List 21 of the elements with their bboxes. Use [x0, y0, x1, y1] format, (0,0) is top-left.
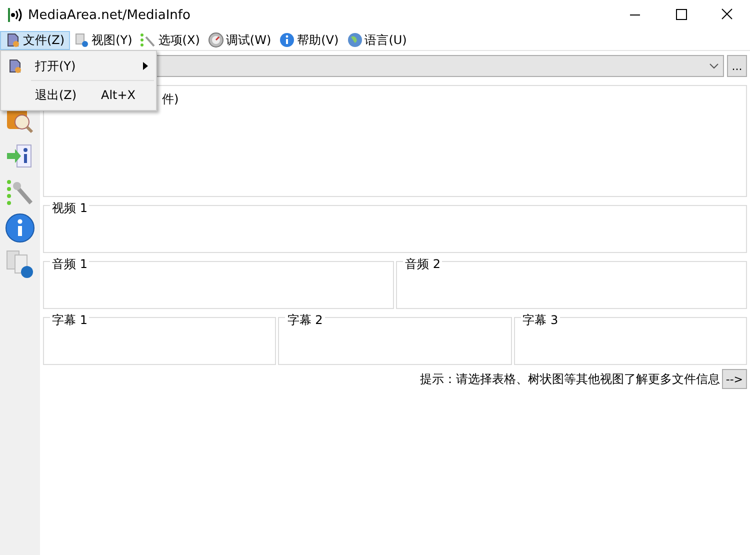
document-icon — [5, 32, 21, 48]
menu-option[interactable]: 退出(Z) Alt+X — [1, 82, 156, 108]
browse-button[interactable]: ... — [727, 55, 747, 77]
menu-item[interactable]: 调试(W) — [204, 30, 276, 50]
info-icon[interactable] — [5, 213, 35, 243]
menu-item[interactable]: 帮助(V) — [275, 30, 343, 50]
wrench-icon[interactable] — [5, 177, 35, 207]
hint-text: 提示：请选择表格、树状图等其他视图了解更多文件信息 — [420, 370, 720, 388]
globe-icon — [346, 32, 363, 48]
menu-item[interactable]: 语言(U) — [342, 30, 411, 50]
menu-item[interactable]: 文件(Z) — [0, 30, 70, 50]
menu-item[interactable]: 视图(Y) — [70, 30, 136, 50]
next-button[interactable]: --> — [722, 369, 747, 389]
menu-item[interactable]: 选项(X) — [136, 30, 204, 50]
chevron-down-icon — [709, 63, 719, 69]
window-title: MediaArea.net/MediaInfo — [28, 8, 190, 22]
documents-globe-icon[interactable] — [5, 249, 35, 279]
wrench-icon — [140, 32, 156, 48]
menu-option[interactable]: 打开(Y) — [1, 53, 156, 79]
app-logo-icon — [8, 7, 24, 23]
document-icon — [7, 58, 23, 74]
